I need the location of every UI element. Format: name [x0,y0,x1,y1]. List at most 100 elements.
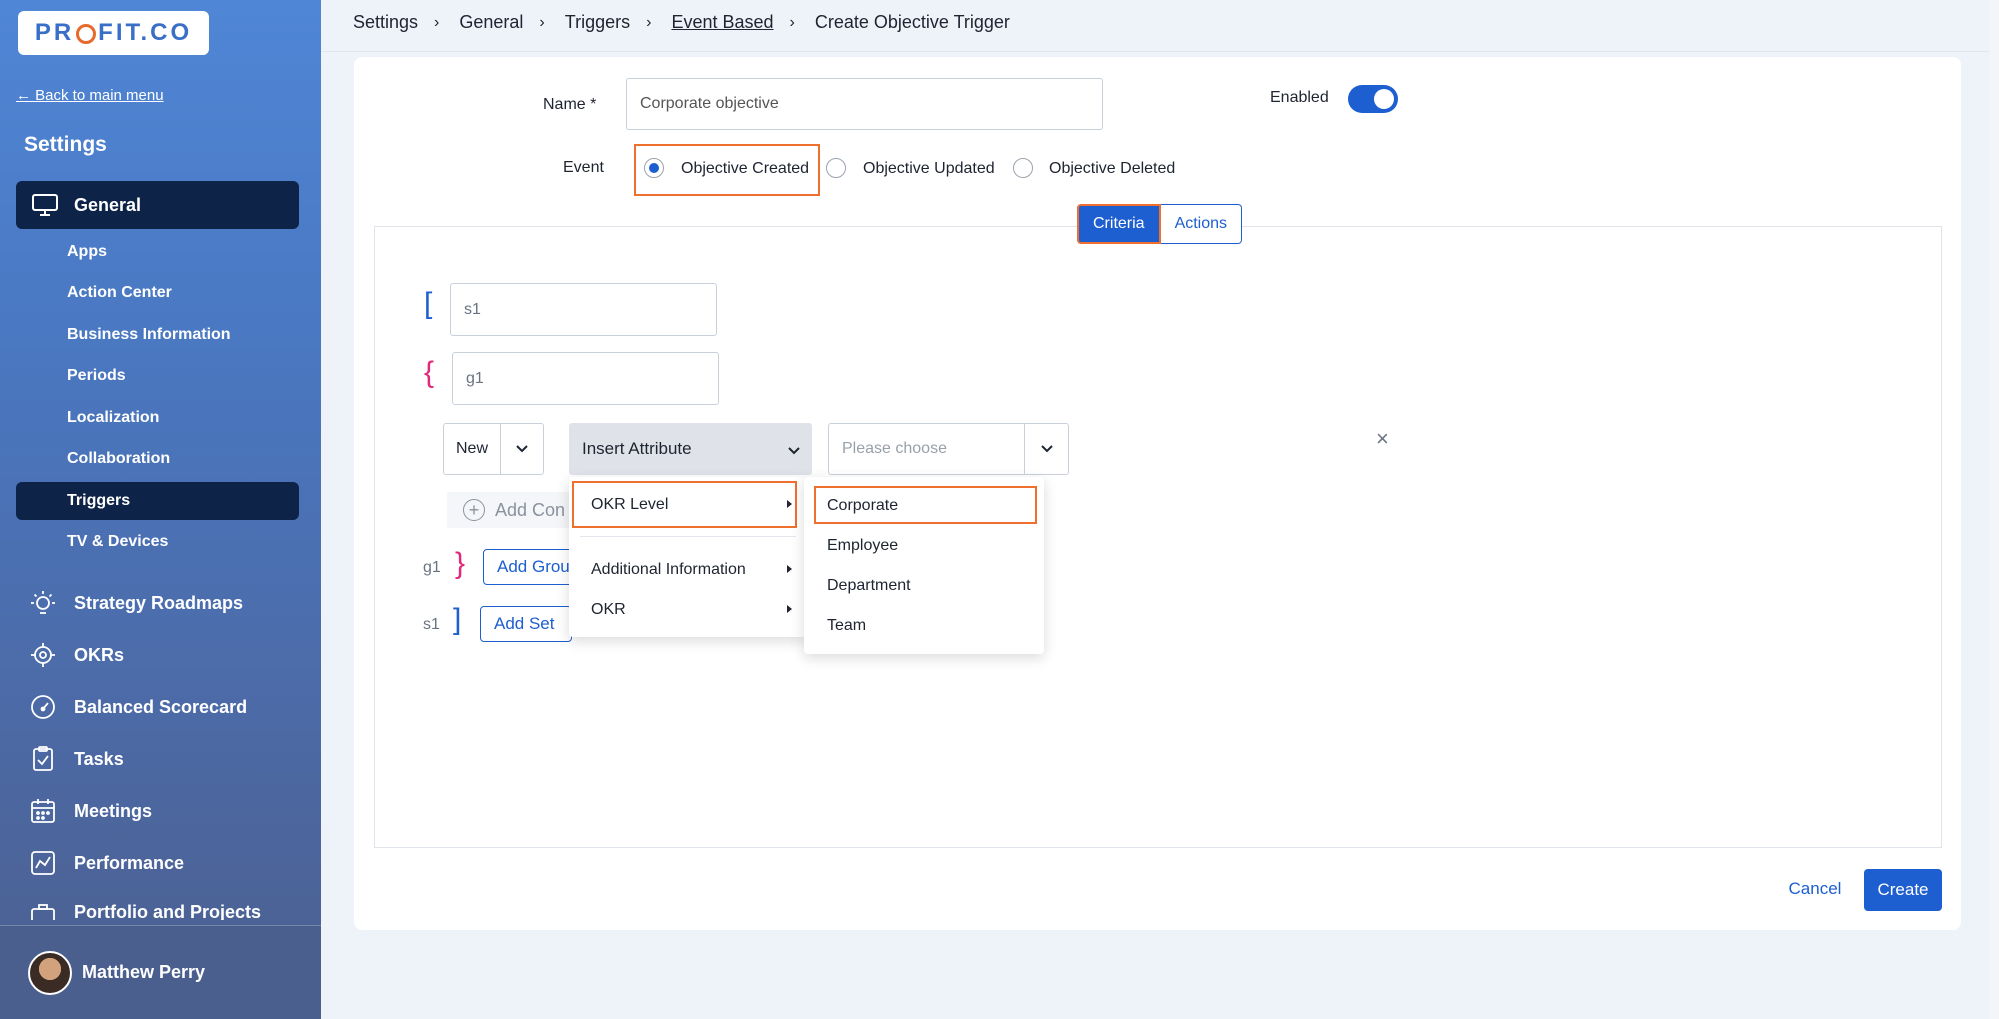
calendar-icon [31,799,55,823]
briefcase-icon [31,904,55,920]
chevron-down-icon [788,440,800,460]
insert-attribute-dropdown[interactable]: Insert Attribute [569,423,812,475]
group-close-bracket: } [455,547,466,580]
sidebar-item-label: Tasks [74,748,124,769]
plus-circle-icon: + [463,499,485,521]
sidebar-item-label: Meetings [74,800,153,821]
set-open-bracket: [ [424,287,433,320]
radio-objective-deleted[interactable] [1013,158,1033,178]
page-scrollbar[interactable] [1989,0,1999,1019]
submenu-item-department[interactable]: Department [827,577,911,595]
breadcrumb-event-based[interactable]: Event Based [671,12,773,33]
create-button[interactable]: Create [1864,869,1942,911]
submenu-item-employee[interactable]: Employee [827,537,898,555]
chevron-right-icon: › [646,13,652,31]
value-select[interactable]: Please choose [828,423,1069,475]
sidebar-subitem-collaboration[interactable]: Collaboration [67,450,170,468]
radio-label-objective-created[interactable]: Objective Created [681,160,809,178]
sidebar-item-portfolio[interactable]: Portfolio and Projects [30,902,261,920]
criteria-actions-tabs: Criteria Actions [1077,204,1243,244]
menu-divider [580,536,796,537]
add-set-button[interactable]: Add Set [480,606,572,642]
menu-item-okr[interactable]: OKR [591,601,626,619]
chevron-right-icon: › [434,13,440,31]
insert-attribute-label: Insert Attribute [582,439,692,458]
sidebar-subitem-apps[interactable]: Apps [67,243,107,261]
back-to-main-menu-link[interactable]: ← Back to main menu [16,87,164,104]
sidebar-subitem-triggers[interactable]: Triggers [16,482,299,520]
group-name-input[interactable]: g1 [452,352,719,405]
value-select-placeholder: Please choose [829,424,1025,474]
tab-criteria[interactable]: Criteria [1077,204,1161,244]
sidebar-subitem-periods[interactable]: Periods [67,367,126,385]
submenu-item-team[interactable]: Team [827,617,866,635]
sidebar-item-okrs[interactable]: OKRs [30,642,124,668]
radio-label-objective-updated[interactable]: Objective Updated [863,160,995,178]
sidebar-item-label: General [74,194,142,215]
add-condition-label: Add Con [495,499,566,520]
radio-label-objective-deleted[interactable]: Objective Deleted [1049,160,1175,178]
user-profile[interactable]: Matthew Perry [0,925,321,1019]
new-dropdown[interactable]: New [443,423,544,475]
sidebar-item-label: Balanced Scorecard [74,696,248,717]
chevron-right-icon: › [539,13,545,31]
chevron-down-icon [501,424,543,474]
menu-item-additional-information[interactable]: Additional Information [591,561,746,579]
set-close-label: s1 [423,616,440,633]
topbar-divider [321,51,1999,52]
caret-right-icon [787,605,792,613]
new-dropdown-label: New [444,424,501,474]
close-icon[interactable]: × [1376,426,1389,452]
sidebar-subitem-action-center[interactable]: Action Center [67,284,172,302]
sidebar-subitem-business-information[interactable]: Business Information [67,326,231,344]
caret-right-icon [787,565,792,573]
monitor-icon [32,194,58,216]
sidebar-subitem-tv-devices[interactable]: TV & Devices [67,533,168,551]
breadcrumb-current: Create Objective Trigger [814,12,1010,32]
sidebar-item-label: Portfolio and Projects [74,902,262,920]
caret-right-icon [787,500,792,508]
radio-objective-updated[interactable] [826,158,846,178]
lightbulb-icon [31,591,55,614]
sidebar-item-strategy-roadmaps[interactable]: Strategy Roadmaps [30,590,243,616]
user-name: Matthew Perry [82,962,206,982]
profit-co-logo[interactable]: PR FIT.CO [18,11,209,55]
menu-item-okr-level[interactable]: OKR Level [591,496,668,514]
sidebar-subitem-localization[interactable]: Localization [67,409,159,427]
name-input[interactable]: Corporate objective [626,78,1103,130]
chevron-right-icon: › [789,13,795,31]
chart-line-icon [31,851,55,875]
settings-title: Settings [24,133,107,156]
sidebar-item-balanced-scorecard[interactable]: Balanced Scorecard [30,694,247,720]
breadcrumb-settings[interactable]: Settings [353,12,418,33]
clipboard-check-icon [33,746,53,771]
set-name-input[interactable]: s1 [450,283,717,336]
add-group-button[interactable]: Add Grou [483,549,573,585]
enabled-toggle[interactable] [1348,85,1398,113]
sidebar-item-general[interactable]: General [16,181,299,229]
group-open-bracket: { [424,356,435,389]
breadcrumb: Settings › General › Triggers › Event Ba… [353,12,1010,33]
sidebar-item-label: Performance [74,852,185,873]
target-icon [31,643,55,667]
set-close-bracket: ] [453,603,462,636]
sidebar-item-performance[interactable]: Performance [30,850,184,876]
add-condition-button[interactable]: + Add Con [447,492,580,528]
avatar [28,950,72,995]
group-close-label: g1 [423,559,441,576]
name-label: Name * [543,96,597,113]
cancel-button[interactable]: Cancel [1773,869,1857,909]
sidebar-item-label: Strategy Roadmaps [74,592,244,613]
chevron-down-icon [1025,424,1068,474]
breadcrumb-triggers[interactable]: Triggers [565,12,630,33]
sidebar: PR FIT.CO ← Back to main menu Settings Ge… [0,0,321,1019]
event-label: Event [563,159,604,176]
sidebar-item-meetings[interactable]: Meetings [30,798,152,824]
breadcrumb-general[interactable]: General [459,12,523,33]
submenu-item-corporate[interactable]: Corporate [827,497,898,515]
sidebar-item-tasks[interactable]: Tasks [30,746,124,772]
sidebar-item-label: OKRs [74,644,125,665]
radio-objective-created[interactable] [644,158,664,178]
enabled-label: Enabled [1270,89,1329,106]
tab-actions[interactable]: Actions [1160,204,1243,244]
